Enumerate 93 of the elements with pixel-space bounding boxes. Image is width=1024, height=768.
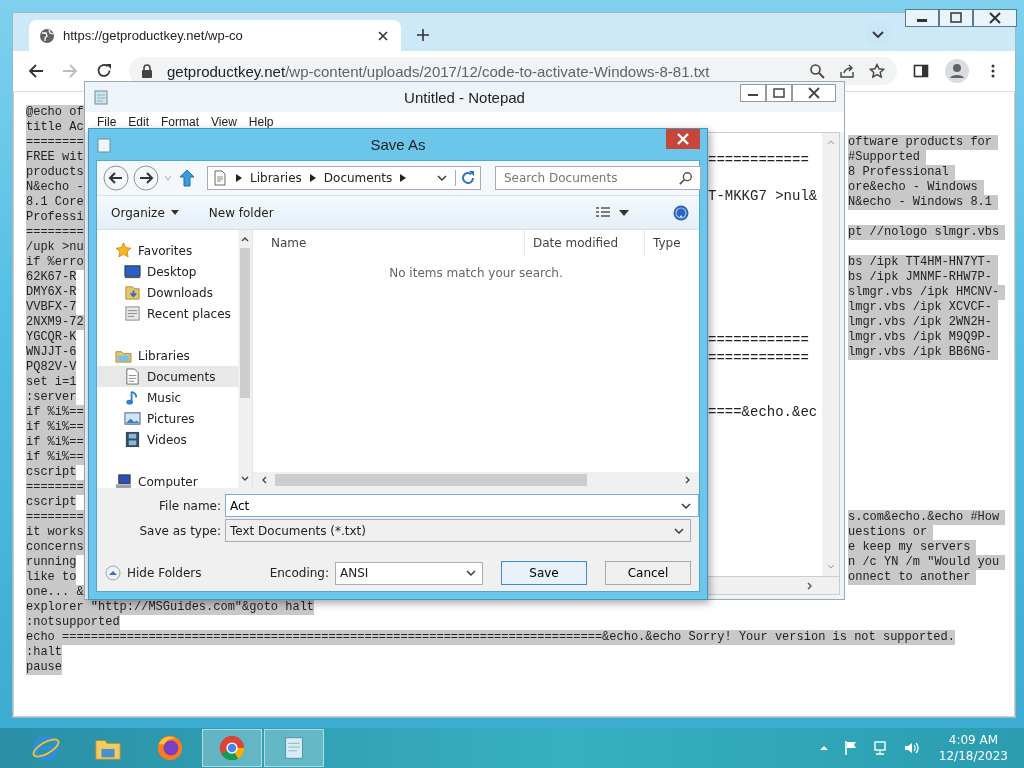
help-icon[interactable]: [673, 204, 689, 221]
taskbar-app[interactable]: [264, 729, 324, 767]
dialog-button[interactable]: Save: [501, 561, 587, 585]
hide-folders-button[interactable]: Hide Folders: [105, 565, 202, 581]
menu-item[interactable]: View: [211, 115, 237, 129]
notepad-icon: [96, 136, 112, 153]
window-title: Untitled - Notepad: [404, 88, 525, 106]
network-icon[interactable]: [872, 740, 889, 756]
file-name-field[interactable]: Act: [225, 494, 699, 517]
film-icon: [124, 431, 141, 448]
column-header[interactable]: Type: [645, 230, 699, 256]
restore-icon[interactable]: [939, 9, 973, 27]
back-icon[interactable]: [27, 62, 45, 80]
caret-icon[interactable]: [170, 210, 179, 215]
document-icon: [124, 368, 141, 385]
search-field[interactable]: Search Documents: [494, 166, 701, 190]
star-icon: [115, 242, 132, 259]
lock-icon: [141, 64, 153, 78]
nav-item[interactable]: Downloads: [97, 282, 238, 303]
taskbar-app[interactable]: [202, 729, 262, 767]
picture-frame-icon: [124, 410, 141, 427]
breadcrumb-item[interactable]: Libraries: [250, 171, 302, 185]
nav-item[interactable]: Videos: [97, 429, 238, 450]
empty-message: No items match your search.: [388, 266, 564, 282]
maximize-icon[interactable]: [766, 84, 792, 102]
side-panel-icon[interactable]: [913, 63, 929, 79]
text-line: ============: [708, 350, 809, 366]
chrome-wheel-icon: [217, 733, 247, 763]
field-label: File name:: [158, 498, 221, 513]
profile-icon[interactable]: [945, 59, 969, 83]
minimize-icon[interactable]: [905, 9, 939, 27]
close-icon[interactable]: [792, 84, 836, 102]
flag-icon[interactable]: [842, 740, 859, 756]
globe-e-icon: [31, 733, 61, 763]
nav-item[interactable]: Recent places: [97, 303, 238, 324]
dropdown-icon[interactable]: [466, 568, 476, 578]
chevron-icon[interactable]: [309, 174, 316, 182]
menu-item[interactable]: Edit: [128, 115, 150, 129]
nav-item[interactable]: Computer: [97, 471, 238, 488]
toolbar-button[interactable]: New folder: [208, 205, 274, 220]
dialog-button[interactable]: Cancel: [605, 561, 691, 585]
chevron-icon[interactable]: [236, 174, 242, 182]
minimize-icon[interactable]: [740, 84, 766, 102]
forward-icon[interactable]: [133, 165, 159, 191]
new-tab-icon[interactable]: [415, 27, 431, 43]
menu-item[interactable]: Format: [161, 115, 200, 129]
browser-tab[interactable]: https://getproductkey.net/wp-co: [29, 20, 401, 51]
field-label: Save as type:: [138, 523, 221, 538]
fox-globe-icon: [155, 733, 185, 763]
download-folder-icon: [124, 284, 141, 301]
address-field[interactable]: Libraries Documents: [207, 166, 481, 190]
search-icon[interactable]: [809, 63, 825, 79]
field-label: Encoding:: [269, 566, 329, 580]
chevron-icon[interactable]: [400, 174, 407, 182]
globe-icon: [39, 27, 55, 44]
close-icon[interactable]: [973, 9, 1017, 27]
toolbar-button[interactable]: Organize: [111, 205, 179, 220]
nav-item[interactable]: Music: [97, 387, 238, 408]
dropdown-icon[interactable]: [436, 173, 447, 183]
share-icon[interactable]: [839, 63, 855, 79]
url-text: getproductkey.net/wp-content/uploads/2017/12/code-to-activate-Windows-8-81.txt: [167, 62, 710, 80]
horizontal-scrollbar[interactable]: [253, 472, 699, 488]
speaker-icon[interactable]: [902, 740, 919, 756]
column-header[interactable]: Date modified: [525, 230, 645, 256]
vertical-scrollbar[interactable]: [238, 230, 252, 488]
list-icon: [124, 305, 141, 322]
collapse-icon: [105, 565, 121, 581]
nav-item[interactable]: Favorites: [97, 240, 238, 261]
text-line: ============: [708, 332, 809, 348]
nav-item[interactable]: Libraries: [97, 345, 238, 366]
column-header[interactable]: Name: [253, 230, 525, 256]
star-icon[interactable]: [869, 63, 885, 79]
menu-item[interactable]: File: [97, 115, 117, 129]
text-line: T-MKKG7 >nul&: [708, 188, 818, 204]
computer-icon: [115, 473, 132, 488]
text-line: ====&echo.&ec: [708, 404, 818, 420]
back-icon[interactable]: [103, 165, 129, 191]
text-line: ============: [708, 152, 809, 168]
menu-item[interactable]: Help: [248, 115, 274, 129]
dialog-title: Save As: [370, 136, 426, 153]
reload-icon[interactable]: [95, 62, 113, 80]
nav-item[interactable]: Desktop: [97, 261, 238, 282]
show-hidden-icons[interactable]: [818, 743, 829, 753]
notepad-icon: [93, 89, 109, 105]
monitor-icon: [124, 263, 141, 280]
nav-item[interactable]: Pictures: [97, 408, 238, 429]
encoding-dropdown[interactable]: ANSI: [335, 561, 483, 585]
breadcrumb-item[interactable]: Documents: [323, 171, 393, 185]
save-type-dropdown[interactable]: Text Documents (*.txt): [225, 519, 691, 542]
caret-icon[interactable]: [619, 209, 629, 216]
nav-item[interactable]: Documents: [97, 366, 238, 387]
up-arrow-icon[interactable]: [177, 168, 197, 188]
document-icon: [212, 170, 228, 186]
